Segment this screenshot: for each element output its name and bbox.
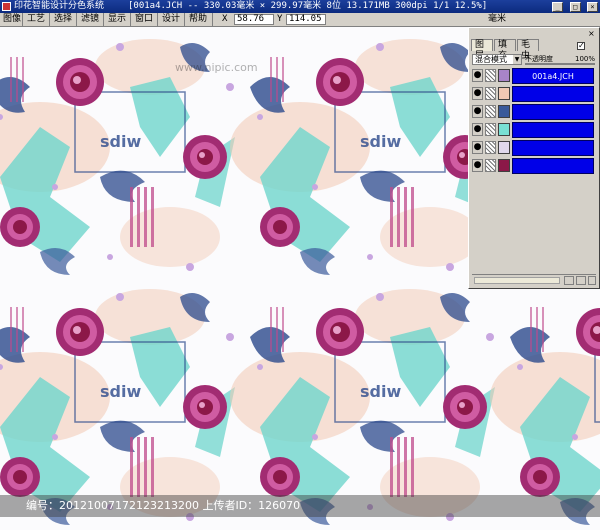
- lock-icon[interactable]: [485, 87, 496, 100]
- lock-icon[interactable]: [485, 105, 496, 118]
- layer-row[interactable]: ●: [472, 104, 596, 120]
- layer-panel: × 图层 填充 毛虫 ✓ 混合模式 ▼ 不透明度 100% ● 001a4.JC…: [468, 27, 600, 289]
- layer-color-swatch: [498, 159, 510, 172]
- layer-row[interactable]: ●: [472, 86, 596, 102]
- panel-scrollbar[interactable]: [474, 277, 560, 284]
- lock-icon[interactable]: [485, 69, 496, 82]
- app-title: 印花智能设计分色系统: [14, 1, 105, 11]
- menu-image[interactable]: 图像: [0, 13, 23, 26]
- x-label: X: [222, 14, 228, 24]
- delete-layer-icon[interactable]: [588, 276, 596, 285]
- menu-help[interactable]: 帮助: [186, 13, 213, 26]
- document-info: [001a4.JCH -- 330.03毫米 × 299.97毫米 8位 13.…: [128, 1, 488, 11]
- watermark-text: 编号：20121007172123213200 上传者ID：126070: [26, 499, 301, 512]
- panel-close-icon[interactable]: ×: [588, 30, 596, 38]
- eye-icon[interactable]: ●: [472, 87, 483, 100]
- menu-window[interactable]: 窗口: [132, 13, 158, 26]
- app-icon: [2, 2, 11, 11]
- blend-mode-value: 混合模式: [475, 55, 507, 64]
- tab-layers[interactable]: 图层: [471, 39, 493, 61]
- copy-layer-icon[interactable]: [576, 276, 586, 285]
- eye-icon[interactable]: ●: [472, 123, 483, 136]
- panel-checkbox[interactable]: ✓: [577, 42, 585, 50]
- window-controls: _ □ ×: [551, 1, 598, 13]
- layer-color-swatch: [498, 123, 510, 136]
- layer-row[interactable]: ●: [472, 158, 596, 174]
- layer-color-swatch: [498, 105, 510, 118]
- layer-name[interactable]: [512, 140, 594, 156]
- menu-select[interactable]: 选择: [51, 13, 77, 26]
- layer-color-swatch: [498, 69, 510, 82]
- tab-fill[interactable]: 填充: [494, 39, 516, 61]
- layer-color-swatch: [498, 87, 510, 100]
- eye-icon[interactable]: ●: [472, 69, 483, 82]
- layer-name[interactable]: [512, 86, 594, 102]
- blend-mode-select[interactable]: 混合模式 ▼: [472, 54, 522, 65]
- menu-filter[interactable]: 滤镜: [78, 13, 104, 26]
- layer-name[interactable]: [512, 122, 594, 138]
- lock-icon[interactable]: [485, 141, 496, 154]
- layer-list: ● 001a4.JCH ● ● ● ● ●: [472, 68, 596, 176]
- layer-row[interactable]: ●: [472, 122, 596, 138]
- menu-craft[interactable]: 工艺: [24, 13, 50, 26]
- site-watermark: www.nipic.com: [175, 61, 258, 74]
- new-layer-icon[interactable]: [564, 276, 574, 285]
- minimize-button[interactable]: _: [552, 2, 564, 12]
- layer-row[interactable]: ●: [472, 140, 596, 156]
- panel-footer: [472, 274, 596, 286]
- layer-name[interactable]: [512, 158, 594, 174]
- y-label: Y: [277, 14, 283, 24]
- eye-icon[interactable]: ●: [472, 159, 483, 172]
- layer-row[interactable]: ● 001a4.JCH: [472, 68, 596, 84]
- y-coordinate: 114.05: [286, 14, 326, 25]
- maximize-button[interactable]: □: [569, 2, 581, 12]
- close-button[interactable]: ×: [587, 2, 598, 12]
- layer-color-swatch: [498, 141, 510, 154]
- unit-label: 毫米: [488, 14, 507, 24]
- x-coordinate: 58.76: [234, 14, 274, 25]
- eye-icon[interactable]: ●: [472, 105, 483, 118]
- menu-view[interactable]: 显示: [105, 13, 131, 26]
- eye-icon[interactable]: ●: [472, 141, 483, 154]
- menu-bar: 图像 工艺 选择 滤镜 显示 窗口 设计 帮助 X 58.76 Y 114.05…: [0, 13, 600, 27]
- layer-name[interactable]: [512, 104, 594, 120]
- title-bar: 印花智能设计分色系统 [001a4.JCH -- 330.03毫米 × 299.…: [0, 0, 600, 13]
- upload-watermark: 编号：20121007172123213200 上传者ID：126070: [0, 495, 600, 517]
- lock-icon[interactable]: [485, 123, 496, 136]
- lock-icon[interactable]: [485, 159, 496, 172]
- tab-brush[interactable]: 毛虫: [517, 39, 539, 61]
- menu-design[interactable]: 设计: [159, 13, 185, 26]
- layer-name[interactable]: 001a4.JCH: [512, 68, 594, 84]
- chevron-down-icon: ▼: [513, 55, 521, 64]
- opacity-slider[interactable]: [525, 63, 595, 65]
